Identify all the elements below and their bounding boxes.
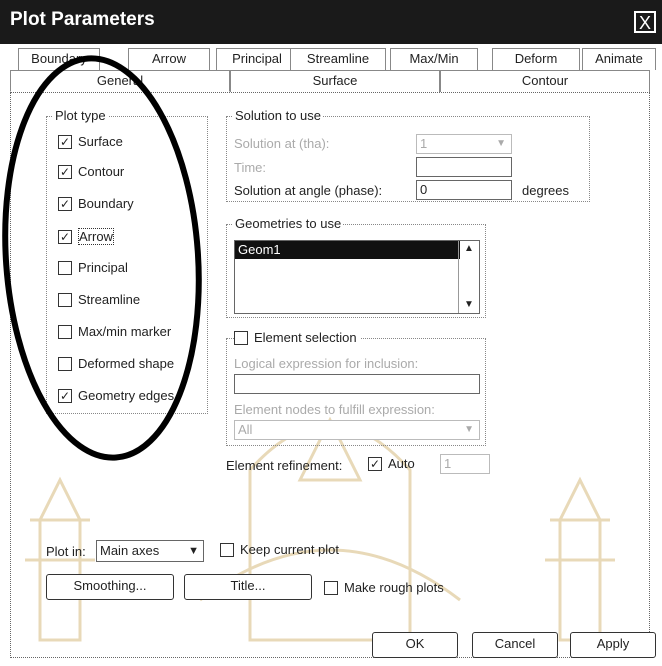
checkbox-geometry-edges[interactable]: ✓ Geometry edges (58, 388, 174, 403)
chevron-down-icon: ▼ (464, 424, 474, 435)
tab-deform[interactable]: Deform (492, 48, 580, 70)
refinement-input[interactable]: 1 (440, 454, 490, 474)
solution-angle-label: Solution at angle (phase): (234, 183, 383, 198)
solution-phase-label: Solution at (tha): (234, 136, 330, 151)
tab-boundary[interactable]: Boundary (18, 48, 100, 70)
chevron-down-icon[interactable]: ▼ (459, 297, 479, 313)
plot-in-select[interactable]: Main axes ▼ (96, 540, 204, 562)
checkbox-contour[interactable]: ✓ Contour (58, 164, 124, 179)
check-icon[interactable]: ✓ (368, 456, 382, 471)
solution-legend: Solution to use (233, 108, 324, 123)
checkbox-maxmin-marker[interactable]: Max/min marker (58, 324, 171, 339)
ok-button[interactable]: OK (372, 632, 458, 658)
geometries-legend: Geometries to use (233, 216, 344, 231)
check-icon[interactable]: ✓ (58, 388, 72, 403)
title-bar: Plot Parameters X (0, 0, 662, 44)
tab-animate[interactable]: Animate (582, 48, 656, 70)
scrollbar[interactable]: ▲ ▼ (458, 241, 479, 313)
list-item[interactable]: Geom1 (235, 241, 460, 259)
plot-in-label: Plot in: (46, 544, 86, 559)
make-rough-plots-checkbox[interactable]: Make rough plots (324, 580, 444, 595)
solution-phase-select[interactable]: 1 ▼ (416, 134, 512, 154)
keep-current-plot-checkbox[interactable]: Keep current plot (220, 542, 339, 557)
checkbox-arrow[interactable]: ✓ Arrow (58, 228, 114, 245)
checkbox-surface[interactable]: ✓ Surface (58, 134, 123, 149)
check-icon[interactable]: ✓ (58, 196, 72, 211)
plot-type-legend: Plot type (53, 108, 108, 123)
chevron-down-icon: ▼ (188, 545, 199, 557)
element-refinement-label: Element refinement: (226, 458, 343, 473)
element-selection-checkbox[interactable]: Element selection (234, 330, 360, 345)
smoothing-button[interactable]: Smoothing... (46, 574, 174, 600)
checkbox-principal[interactable]: Principal (58, 260, 128, 275)
tab-principal[interactable]: Principal (216, 48, 298, 70)
refinement-auto-checkbox[interactable]: ✓ Auto (368, 456, 415, 471)
check-icon[interactable]: ✓ (58, 229, 72, 244)
close-icon[interactable]: X (634, 11, 656, 33)
geometries-listbox[interactable]: Geom1 ▲ ▼ (234, 240, 480, 314)
solution-angle-input[interactable]: 0 (416, 180, 512, 200)
apply-button[interactable]: Apply (570, 632, 656, 658)
element-nodes-select[interactable]: All ▼ (234, 420, 480, 440)
tab-maxmin[interactable]: Max/Min (390, 48, 478, 70)
checkbox-deformed-shape[interactable]: Deformed shape (58, 356, 174, 371)
tab-surface[interactable]: Surface (230, 70, 440, 92)
checkbox-boundary[interactable]: ✓ Boundary (58, 196, 134, 211)
element-nodes-label: Element nodes to fulfill expression: (234, 402, 435, 417)
logical-expression-label: Logical expression for inclusion: (234, 356, 419, 371)
angle-unit: degrees (522, 183, 569, 198)
tab-general[interactable]: General (10, 70, 230, 92)
time-input[interactable] (416, 157, 512, 177)
tab-arrow[interactable]: Arrow (128, 48, 210, 70)
checkbox-streamline[interactable]: Streamline (58, 292, 140, 307)
tab-contour[interactable]: Contour (440, 70, 650, 92)
title-button[interactable]: Title... (184, 574, 312, 600)
check-icon[interactable]: ✓ (58, 134, 72, 149)
tab-streamline[interactable]: Streamline (290, 48, 386, 70)
window-title: Plot Parameters (10, 9, 155, 30)
time-label: Time: (234, 160, 267, 175)
chevron-down-icon: ▼ (496, 138, 506, 149)
chevron-up-icon[interactable]: ▲ (459, 241, 479, 257)
logical-expression-input[interactable] (234, 374, 480, 394)
check-icon[interactable]: ✓ (58, 164, 72, 179)
cancel-button[interactable]: Cancel (472, 632, 558, 658)
